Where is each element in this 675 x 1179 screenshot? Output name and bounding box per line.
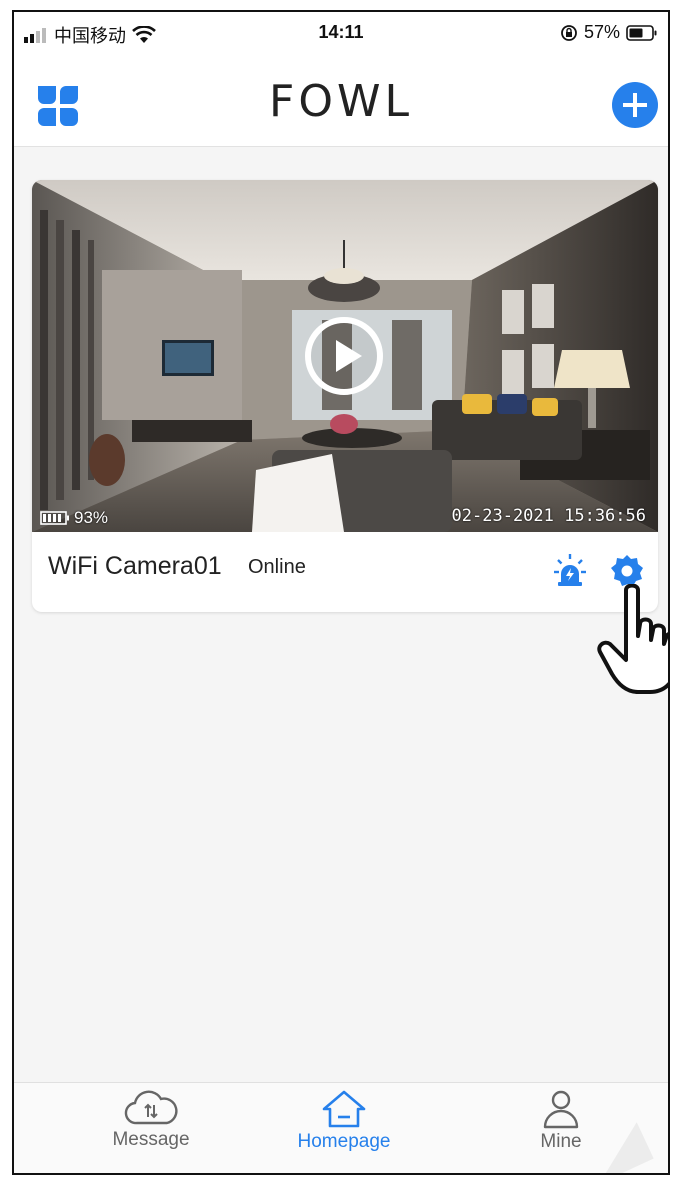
status-bar: 中国移动 14:11 57% — [14, 12, 668, 56]
camera-timestamp: 02-23-2021 15:36:56 — [451, 506, 646, 526]
app-logo: FOWL — [269, 76, 413, 127]
play-icon[interactable] — [304, 316, 384, 396]
camera-card[interactable]: 93% 02-23-2021 15:36:56 WiFi Camera01 On… — [32, 180, 658, 612]
status-right: 57% — [560, 22, 658, 43]
tab-message-label: Message — [112, 1129, 190, 1150]
home-icon — [322, 1090, 366, 1128]
plus-icon — [623, 93, 647, 117]
phone-screen: 中国移动 14:11 57% FOWL 93% 02-23-2021 15:36… — [12, 10, 670, 1175]
battery-level-icon — [40, 511, 69, 525]
gear-icon[interactable] — [610, 554, 644, 588]
camera-battery: 93% — [40, 508, 108, 528]
battery-icon — [626, 24, 657, 41]
camera-status: Online — [248, 556, 306, 578]
person-icon — [543, 1090, 579, 1129]
app-header: FOWL — [14, 56, 668, 147]
battery-percent: 57% — [583, 22, 620, 42]
tab-message[interactable]: Message — [76, 1089, 226, 1151]
tab-homepage[interactable]: Homepage — [269, 1089, 419, 1153]
camera-name: WiFi Camera01 — [48, 552, 222, 580]
alarm-light-icon[interactable] — [552, 552, 588, 588]
cloud-icon — [124, 1090, 178, 1125]
camera-preview[interactable]: 93% 02-23-2021 15:36:56 — [32, 180, 658, 532]
camera-battery-level: 93% — [74, 508, 109, 527]
add-device-button[interactable] — [612, 82, 658, 128]
tab-homepage-label: Homepage — [297, 1131, 391, 1152]
bottom-tab-bar: Message Homepage Mine — [14, 1082, 668, 1173]
pointing-hand-icon — [597, 584, 668, 694]
orientation-lock-icon — [561, 24, 577, 41]
